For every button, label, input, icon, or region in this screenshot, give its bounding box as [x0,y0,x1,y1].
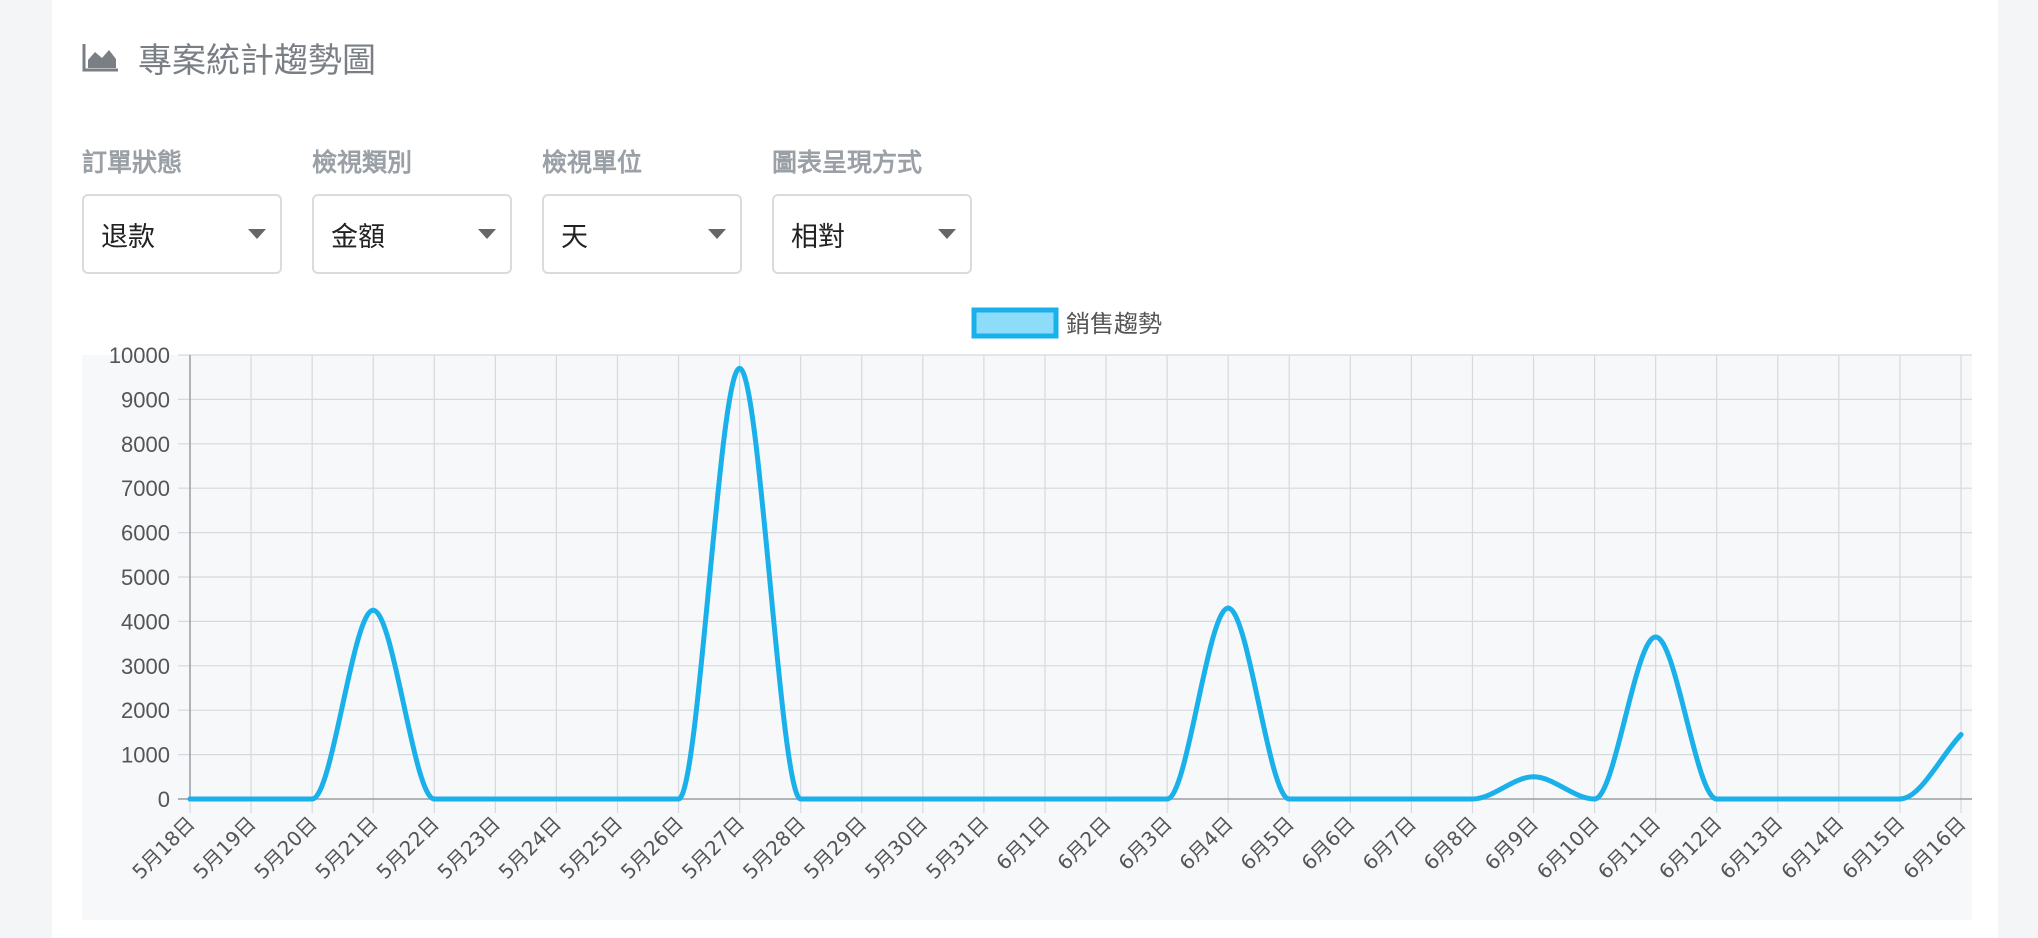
order-status-filter: 訂單狀態 退款 [82,146,282,274]
data-point [1164,796,1170,802]
caret-down-icon [248,229,266,239]
y-tick-label: 5000 [121,565,170,590]
data-point [1531,774,1537,780]
data-point [1103,796,1109,802]
area-chart-icon [82,44,118,72]
data-point [859,796,865,802]
data-point [737,365,743,371]
data-point [1714,796,1720,802]
data-point [1775,796,1781,802]
data-point [431,796,437,802]
order-status-label: 訂單狀態 [82,148,183,177]
data-point [553,796,559,802]
view-category-label: 檢視類別 [312,148,413,177]
y-tick-label: 9000 [121,387,170,412]
data-point [492,796,498,802]
y-tick-label: 0 [158,787,170,812]
trend-chart-svg: 0 1000 2000 3000 4000 5000 6000 7000 8000 9000 100… [82,307,1972,920]
view-unit-value: 天 [561,221,588,253]
data-point [798,796,804,802]
y-tick-label: 10000 [109,343,170,368]
data-point [248,796,254,802]
data-point [370,607,376,613]
data-point [1225,605,1231,611]
data-point [1836,796,1842,802]
data-point [981,796,987,802]
view-category-filter: 檢視類別 金額 [312,146,512,274]
chart-mode-value: 相對 [791,221,845,253]
filter-bar: 訂單狀態 退款 檢視類別 金額 檢視單位 天 圖表呈現方式 相對 [82,146,972,274]
y-tick-label: 3000 [121,654,170,679]
data-point [1592,796,1598,802]
chart-mode-label: 圖表呈現方式 [772,148,923,177]
data-point [1042,796,1048,802]
chart-mode-select[interactable]: 相對 [772,194,972,274]
order-status-select[interactable]: 退款 [82,194,282,274]
caret-down-icon [708,229,726,239]
caret-down-icon [938,229,956,239]
view-unit-label: 檢視單位 [542,148,643,177]
data-point [1653,634,1659,640]
chart-mode-filter: 圖表呈現方式 相對 [772,146,972,274]
data-point [676,796,682,802]
view-category-value: 金額 [331,221,385,253]
data-point [1469,796,1475,802]
panel-header: 專案統計趨勢圖 [82,32,376,82]
data-point [1408,796,1414,802]
view-unit-select[interactable]: 天 [542,194,742,274]
data-point [614,796,620,802]
order-status-value: 退款 [101,221,155,253]
y-tick-label: 8000 [121,432,170,457]
data-point [1286,796,1292,802]
y-tick-label: 4000 [121,609,170,634]
data-point [1897,796,1903,802]
data-point [1958,732,1964,738]
page-title: 專案統計趨勢圖 [138,40,376,81]
y-tick-label: 7000 [121,476,170,501]
legend-label: 銷售趨勢 [1066,310,1162,338]
data-point [1347,796,1353,802]
caret-down-icon [478,229,496,239]
data-point [187,796,193,802]
trend-chart: 0 1000 2000 3000 4000 5000 6000 7000 8000 9000 100… [82,296,1972,920]
view-unit-filter: 檢視單位 天 [542,146,742,274]
stats-panel: 專案統計趨勢圖 訂單狀態 退款 檢視類別 金額 檢視單位 天 圖表呈現方式 相對… [52,0,1998,938]
view-category-select[interactable]: 金額 [312,194,512,274]
y-tick-label: 1000 [121,743,170,768]
y-tick-label: 6000 [121,521,170,546]
data-point [309,796,315,802]
y-tick-label: 2000 [121,698,170,723]
data-point [920,796,926,802]
legend-swatch [971,307,1059,339]
